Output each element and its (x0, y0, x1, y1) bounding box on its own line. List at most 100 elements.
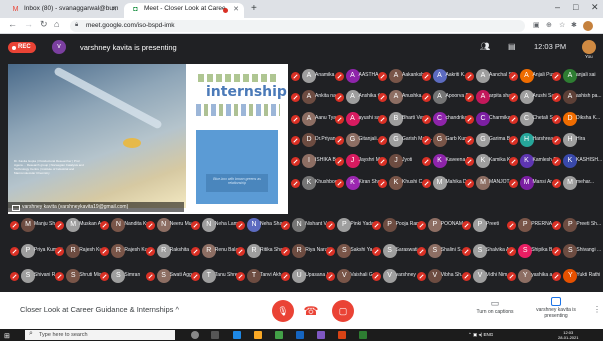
participant-tile[interactable]: A Anshika th... (334, 88, 386, 107)
home-icon[interactable]: ⌂ (54, 19, 59, 29)
task-view-icon[interactable] (211, 331, 219, 339)
tab-meet[interactable]: ◘ Meet - Closer Look at Caree ✕ (124, 3, 244, 18)
participant-tile[interactable]: V Vaishali Gu... (326, 267, 380, 286)
participant-tile[interactable]: A Aanchal Si... (465, 67, 517, 86)
system-tray[interactable]: ⌃ ▣ ◂) ENG (468, 332, 493, 338)
participant-tile[interactable]: Aashish pa... (552, 88, 602, 107)
participant-tile[interactable]: U Upasana L... (281, 267, 334, 286)
cortana-icon[interactable] (191, 331, 199, 339)
powerpoint-icon[interactable] (338, 331, 346, 339)
presenting-button[interactable]: varshney kavita is presenting (535, 297, 577, 319)
participant-tile[interactable]: A Aakriti K... (421, 67, 468, 86)
participant-tile[interactable]: B Bharti Ver... (378, 110, 428, 129)
profile-avatar[interactable] (583, 21, 593, 31)
participant-tile[interactable]: R Rajesh Ku... (100, 242, 152, 261)
participant-tile[interactable]: P PRERNA ... (507, 216, 557, 235)
participant-tile[interactable]: S Sakshi Ya... (326, 242, 377, 261)
participant-tile[interactable]: R Renu Bala (190, 242, 238, 261)
participant-tile[interactable]: G Garish Mah... (378, 131, 432, 150)
participant-tile[interactable]: A Anushka... (378, 88, 426, 107)
new-tab-button[interactable]: + (251, 3, 257, 14)
tab-gmail[interactable]: M Inbox (80) - svanaggarwal@bum ✕ (4, 3, 122, 18)
participant-tile[interactable]: R Ritika Sha... (236, 242, 287, 261)
participant-tile[interactable]: A Aakanksha... (378, 67, 431, 86)
minimize-icon[interactable]: – (555, 2, 560, 12)
participant-tile[interactable]: T Tanvi Akh... (236, 267, 286, 286)
participant-tile[interactable]: S Simran (100, 267, 140, 286)
participant-tile[interactable]: Aanjali sai (552, 67, 595, 86)
address-bar[interactable]: 🔒︎ meet.google.com/iso-bspd-imk (70, 20, 525, 32)
participant-tile[interactable]: V Vibha Sh... (416, 267, 465, 286)
zoom-icon[interactable]: ⊕ (546, 21, 552, 29)
captions-button[interactable]: ▭ Turn on captions (476, 298, 514, 315)
extensions-icon[interactable]: ✱ (571, 21, 577, 29)
participant-tile[interactable]: N Neeru Mu... (145, 216, 196, 235)
participant-tile[interactable]: K Kaveena P... (421, 152, 474, 171)
participant-tile[interactable]: I ISHIKA B... (291, 152, 340, 171)
close-window-icon[interactable]: ✕ (591, 2, 599, 13)
participant-tile[interactable]: H Hira (552, 131, 586, 150)
forward-icon[interactable]: → (24, 19, 33, 29)
camera-off-button[interactable]: ▢ (332, 300, 354, 322)
participant-tile[interactable]: S Shipika B... (507, 242, 556, 261)
participant-tile[interactable]: M Manju Sh... (10, 216, 59, 235)
participant-tile[interactable]: C Charmika ... (465, 110, 516, 129)
participant-tile[interactable]: S Swati Agg... (145, 267, 196, 286)
participant-tile[interactable]: K Khushboo... (291, 174, 342, 193)
end-call-button[interactable]: ☎︎ (298, 301, 324, 321)
participant-tile[interactable]: A Arushi Sa... (508, 88, 558, 107)
participant-tile[interactable]: C Chetali S... (508, 110, 557, 129)
participant-tile[interactable]: Y Yukti Rathi (552, 267, 600, 286)
participant-tile[interactable]: S Shivani R... (10, 267, 60, 286)
participant-tile[interactable]: T Tanu Shree (190, 267, 240, 286)
participant-tile[interactable]: R Rakshita ... (145, 242, 195, 261)
participant-tile[interactable]: D Dr.Priyan... (291, 131, 340, 150)
participant-tile[interactable]: P Priya Kumari (10, 242, 63, 261)
windows-start-icon[interactable]: ⊞ (4, 332, 10, 340)
participant-tile[interactable]: V Vidhi Nim... (462, 267, 511, 286)
chat-icon[interactable]: ▤ (508, 42, 516, 51)
participant-tile[interactable]: M Mahika D... (421, 174, 471, 193)
people-icon[interactable]: 👥︎ (480, 42, 490, 51)
participant-tile[interactable]: S Shruti Mis... (55, 267, 106, 286)
participant-tile[interactable]: K Kamika Ku... (465, 152, 517, 171)
participant-tile[interactable]: A Apoorva D... (421, 88, 473, 107)
close-tab-icon[interactable]: ✕ (111, 5, 117, 13)
chrome-icon[interactable] (275, 331, 283, 339)
taskbar-search[interactable]: Type here to search (25, 330, 175, 340)
participant-tile[interactable]: P Pinki Yadav (326, 216, 376, 235)
participant-tile[interactable]: S Shivangi ... (552, 242, 601, 261)
meeting-title[interactable]: Closer Look at Career Guidance & Interns… (20, 305, 179, 314)
participant-tile[interactable]: N Neha Lam... (190, 216, 242, 235)
participant-tile[interactable]: A Anamika (291, 67, 334, 86)
participant-tile[interactable]: P POONAM (416, 216, 463, 235)
participant-tile[interactable]: K Kiran Shar... (334, 174, 386, 193)
participant-tile[interactable]: N Neha Sha... (236, 216, 286, 235)
participant-tile[interactable]: Yyashika a... (507, 267, 556, 286)
participant-tile[interactable]: G Garima B... (465, 131, 514, 150)
participant-tile[interactable]: K Khushi C... (378, 174, 426, 193)
taskbar-clock[interactable]: 12:03 28-01-2021 (558, 330, 578, 340)
participant-tile[interactable]: S Shalini S... (416, 242, 465, 261)
participant-tile[interactable]: Vvarshney ... (371, 267, 421, 286)
participant-tile[interactable]: G Garb Kum... (421, 131, 472, 150)
participant-tile[interactable]: A Aanu Tyagi (291, 110, 340, 129)
participant-tile[interactable]: Mmehar... (552, 174, 594, 193)
participant-tile[interactable]: P Pooja Ran... (371, 216, 423, 235)
participant-tile[interactable]: Aayushi sa... (334, 110, 384, 129)
participant-tile[interactable]: M Mansi Ar... (508, 174, 556, 193)
participant-tile[interactable]: N Nishant V... (281, 216, 331, 235)
participant-tile[interactable]: M Muskan A... (55, 216, 105, 235)
participant-tile[interactable]: D Diksha K... (552, 110, 600, 129)
reload-icon[interactable]: ↻ (40, 19, 48, 30)
participant-tile[interactable]: N Nandita Ku... (100, 216, 153, 235)
participant-tile[interactable]: S Shalvika A... (462, 242, 514, 261)
participant-tile[interactable]: J Jayshri Mu... (334, 152, 387, 171)
participant-tile[interactable]: S Saraswati... (371, 242, 422, 261)
file-explorer-icon[interactable] (254, 331, 262, 339)
mic-off-button[interactable]: 🎙︎ (272, 300, 294, 322)
participant-tile[interactable]: K KASHISH... (552, 152, 602, 171)
teams-icon[interactable] (317, 331, 325, 339)
participant-tile[interactable]: K Kamlesh D... (508, 152, 561, 171)
participant-tile[interactable]: A AASTHA ... (334, 67, 384, 86)
